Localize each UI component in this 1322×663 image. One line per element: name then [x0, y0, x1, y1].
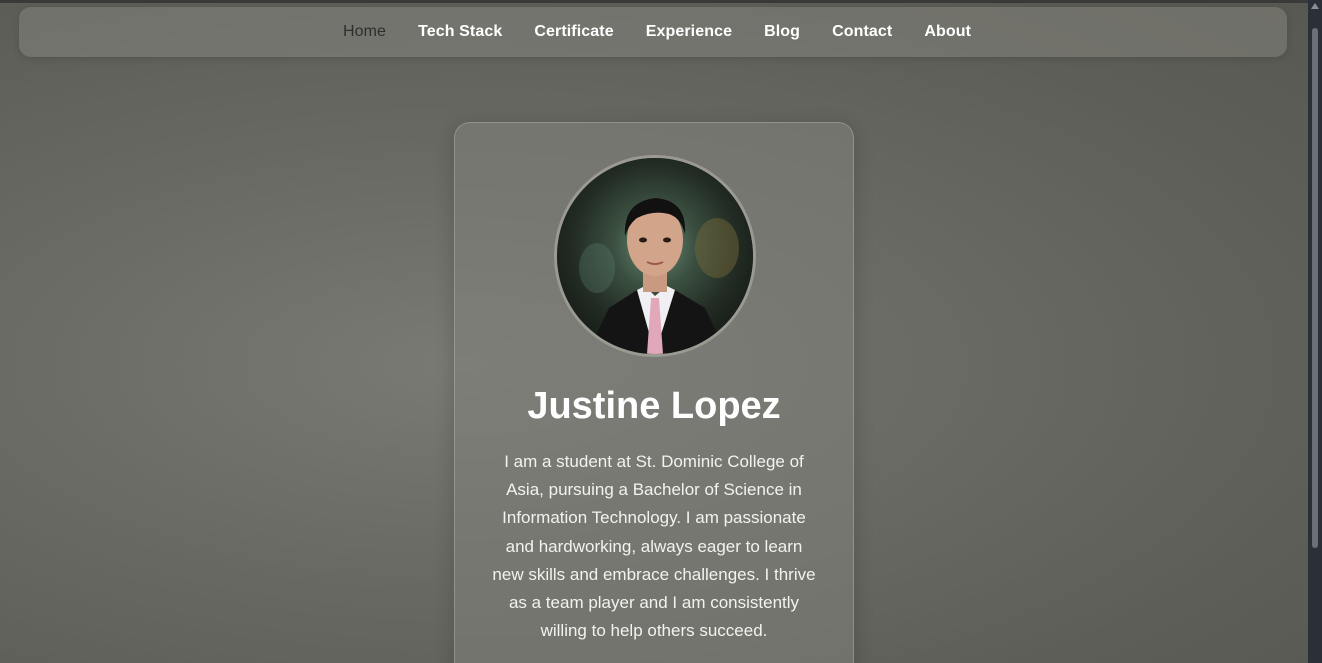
- avatar-portrait: [557, 158, 753, 354]
- nav-experience[interactable]: Experience: [646, 23, 732, 41]
- profile-name: Justine Lopez: [527, 385, 781, 427]
- window-top-edge: [0, 0, 1308, 3]
- nav-contact[interactable]: Contact: [832, 23, 892, 41]
- avatar: [554, 155, 756, 357]
- nav-blog[interactable]: Blog: [764, 23, 800, 41]
- scrollbar[interactable]: [1308, 0, 1322, 663]
- nav-about[interactable]: About: [924, 23, 971, 41]
- nav-home[interactable]: Home: [343, 23, 386, 41]
- nav-links: Home Tech Stack Certificate Experience B…: [343, 23, 971, 41]
- profile-card: Justine Lopez I am a student at St. Domi…: [454, 122, 854, 663]
- scroll-thumb[interactable]: [1312, 28, 1318, 548]
- navbar: Home Tech Stack Certificate Experience B…: [19, 7, 1287, 57]
- nav-certificate[interactable]: Certificate: [534, 23, 613, 41]
- profile-bio: I am a student at St. Dominic College of…: [492, 452, 816, 641]
- nav-tech-stack[interactable]: Tech Stack: [418, 23, 502, 41]
- scroll-up-arrow-icon[interactable]: [1311, 3, 1319, 9]
